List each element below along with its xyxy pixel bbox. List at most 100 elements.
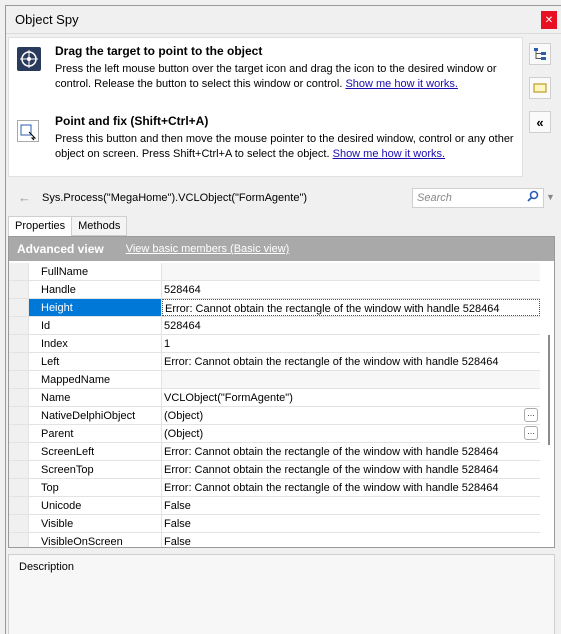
description-panel: Description [8,554,555,634]
row-gutter [9,299,29,316]
row-gutter [9,479,29,496]
properties-grid: Advanced view View basic members (Basic … [8,236,555,548]
row-gutter [9,281,29,298]
close-icon: ✕ [544,14,554,26]
property-row[interactable]: Id 528464 [9,317,540,335]
search-icon [527,190,539,202]
property-value-text: VCLObject("FormAgente") [164,392,293,404]
property-row[interactable]: ScreenTop Error: Cannot obtain the rectan… [9,461,540,479]
property-name: Visible [29,515,162,532]
point-section-text: Press this button and then move the mous… [55,132,520,162]
search-dropdown-icon[interactable]: ▼ [546,192,555,202]
property-value[interactable]: 528464 [162,281,540,298]
property-row[interactable]: Index 1 [9,335,540,353]
property-value[interactable]: 1 [162,335,540,352]
search-input[interactable]: Search [412,188,544,208]
property-row[interactable]: NativeDelphiObject (Object) … [9,407,540,425]
property-value[interactable] [162,371,540,388]
property-row[interactable]: Handle 528464 [9,281,540,299]
highlight-button[interactable] [529,77,551,99]
property-row[interactable]: Height Error: Cannot obtain the rectangle… [9,299,540,317]
target-icon[interactable] [17,47,41,71]
property-value[interactable]: VCLObject("FormAgente") [162,389,540,406]
drag-section-title: Drag the target to point to the object [55,44,263,58]
property-name: Top [29,479,162,496]
property-value[interactable]: False [162,497,540,514]
property-row[interactable]: FullName [9,263,540,281]
property-value[interactable]: Error: Cannot obtain the rectangle of th… [162,353,540,370]
property-value[interactable]: False [162,515,540,532]
scrollbar-thumb[interactable] [548,335,550,445]
property-row[interactable]: Top Error: Cannot obtain the rectangle of… [9,479,540,497]
property-value-text: 1 [164,338,171,350]
property-value[interactable]: Error: Cannot obtain the rectangle of th… [162,443,540,460]
property-value-text: 528464 [164,320,201,332]
property-value-text: 528464 [164,284,201,296]
row-gutter [9,425,29,442]
property-row[interactable]: Parent (Object) … [9,425,540,443]
point-show-me-link[interactable]: Show me how it works. [333,148,445,160]
property-name: Name [29,389,162,406]
property-name: ScreenLeft [29,443,162,460]
drag-show-me-link[interactable]: Show me how it works. [345,78,457,90]
property-value[interactable]: False [162,533,540,547]
property-row[interactable]: Visible False [9,515,540,533]
property-value-text: (Object) [164,410,204,422]
property-row[interactable]: Unicode False [9,497,540,515]
double-chevron-left-icon: « [536,114,544,130]
ellipsis-button[interactable]: … [524,408,538,422]
property-row[interactable]: ScreenLeft Error: Cannot obtain the recta… [9,443,540,461]
property-value[interactable]: Error: Cannot obtain the rectangle of th… [162,479,540,496]
back-arrow-icon[interactable]: ← [18,190,31,205]
tree-icon [534,48,546,60]
tab-bar: Properties Methods [8,216,128,236]
row-gutter [9,497,29,514]
property-value-text: Error: Cannot obtain the rectangle of th… [165,303,500,315]
property-value-text: Error: Cannot obtain the rectangle of th… [164,446,499,458]
property-name: Parent [29,425,162,442]
property-value[interactable]: Error: Cannot obtain the rectangle of th… [162,299,540,316]
property-value-text: False [164,536,191,547]
property-row[interactable]: Left Error: Cannot obtain the rectangle o… [9,353,540,371]
property-name: FullName [29,263,162,280]
tab-methods[interactable]: Methods [72,216,128,236]
property-value[interactable]: (Object) … [162,425,540,442]
description-label: Description [19,561,75,573]
object-spy-window: Object Spy ✕ Drag the target to point to… [5,5,561,634]
property-row[interactable]: VisibleOnScreen False [9,533,540,547]
property-value-text: (Object) [164,428,204,440]
property-name: MappedName [29,371,162,388]
property-value[interactable]: 528464 [162,317,540,334]
row-gutter [9,335,29,352]
tab-properties[interactable]: Properties [8,216,73,236]
property-name: Id [29,317,162,334]
row-gutter [9,353,29,370]
collapse-panel-button[interactable]: « [529,111,551,133]
basic-view-link[interactable]: View basic members (Basic view) [126,243,290,255]
property-name: NativeDelphiObject [29,407,162,424]
object-path: Sys.Process("MegaHome").VCLObject("FormA… [42,192,308,204]
property-row[interactable]: Name VCLObject("FormAgente") [9,389,540,407]
property-value-text: Error: Cannot obtain the rectangle of th… [164,482,499,494]
grid-scrollbar[interactable] [545,265,553,547]
grid-header: Advanced view View basic members (Basic … [9,237,554,261]
window-title: Object Spy [15,12,79,27]
ellipsis-button[interactable]: … [524,426,538,440]
property-value[interactable] [162,263,540,280]
title-bar: Object Spy [6,6,561,34]
tree-view-button[interactable] [529,43,551,65]
row-gutter [9,533,29,547]
property-name: Height [29,299,162,316]
property-value[interactable]: Error: Cannot obtain the rectangle of th… [162,461,540,478]
property-name: Handle [29,281,162,298]
row-gutter [9,461,29,478]
property-value[interactable]: (Object) … [162,407,540,424]
point-and-fix-button[interactable] [17,120,39,142]
row-gutter [9,317,29,334]
property-name: Index [29,335,162,352]
row-gutter [9,389,29,406]
close-button[interactable]: ✕ [541,11,557,29]
property-name: VisibleOnScreen [29,533,162,547]
property-row[interactable]: MappedName [9,371,540,389]
row-gutter [9,515,29,532]
